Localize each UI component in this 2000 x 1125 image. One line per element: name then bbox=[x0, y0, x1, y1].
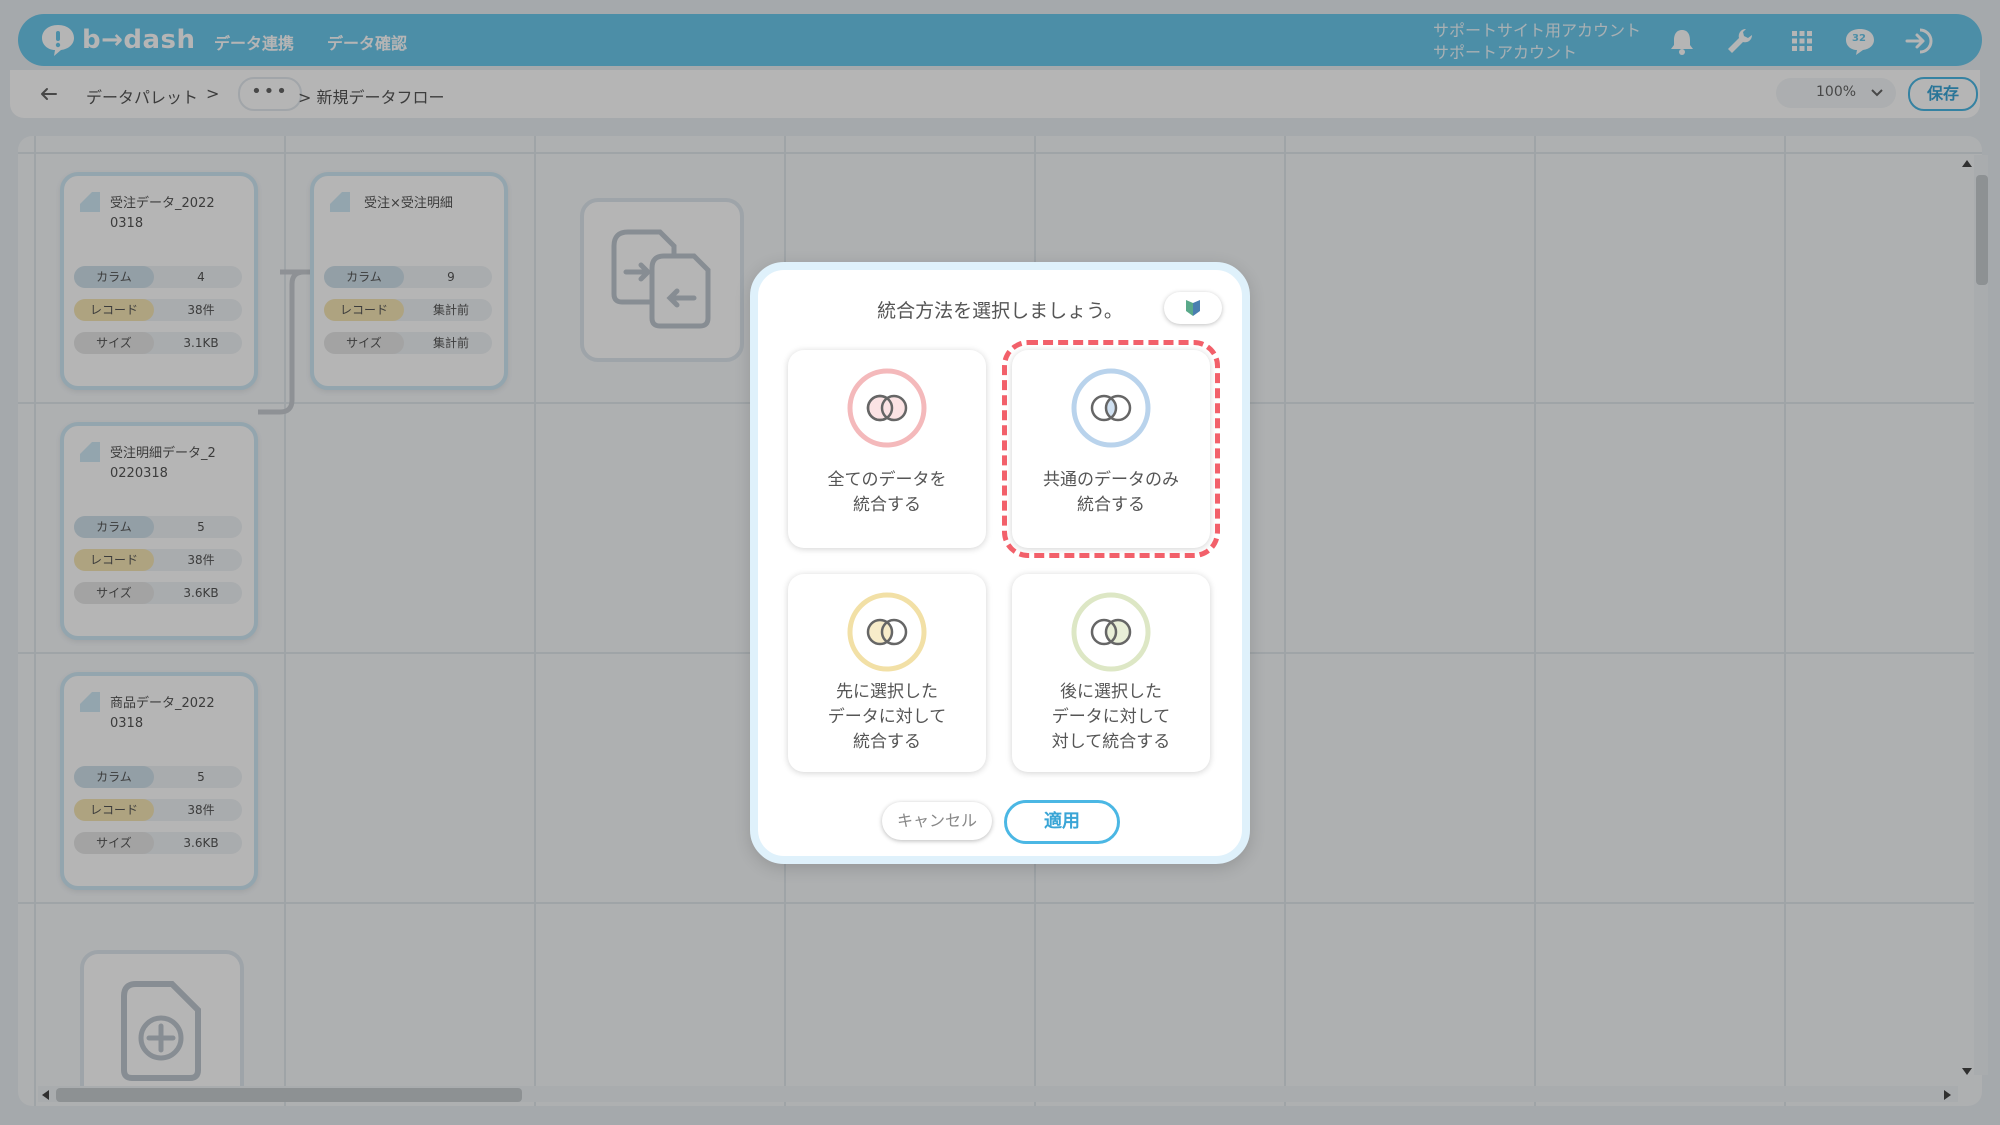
venn-right-icon bbox=[1071, 592, 1151, 672]
option-merge-common-only[interactable]: 共通のデータのみ 統合する bbox=[1002, 340, 1220, 558]
option-label: 後に選択した データに対して 対して統合する bbox=[1051, 682, 1171, 752]
venn-left-icon bbox=[847, 592, 927, 672]
beginner-help-button[interactable] bbox=[1164, 292, 1222, 324]
venn-all-icon bbox=[847, 368, 927, 448]
option-merge-right[interactable]: 後に選択した データに対して 対して統合する bbox=[1012, 574, 1210, 772]
merge-method-dialog: 統合方法を選択しましょう。 全てのデータを 統合する 共通のデータのみ 統合する bbox=[750, 262, 1250, 864]
option-label: 先に選択した データに対して 統合する bbox=[827, 682, 947, 752]
option-merge-left[interactable]: 先に選択した データに対して 統合する bbox=[788, 574, 986, 772]
option-merge-all[interactable]: 全てのデータを 統合する bbox=[788, 350, 986, 548]
option-label: 全てのデータを 統合する bbox=[827, 470, 947, 515]
option-label: 共通のデータのみ 統合する bbox=[1043, 470, 1179, 515]
cancel-button[interactable]: キャンセル bbox=[882, 802, 992, 840]
venn-intersection-icon bbox=[1071, 368, 1151, 448]
apply-button[interactable]: 適用 bbox=[1004, 800, 1120, 844]
beginner-mark-icon bbox=[1186, 300, 1200, 316]
